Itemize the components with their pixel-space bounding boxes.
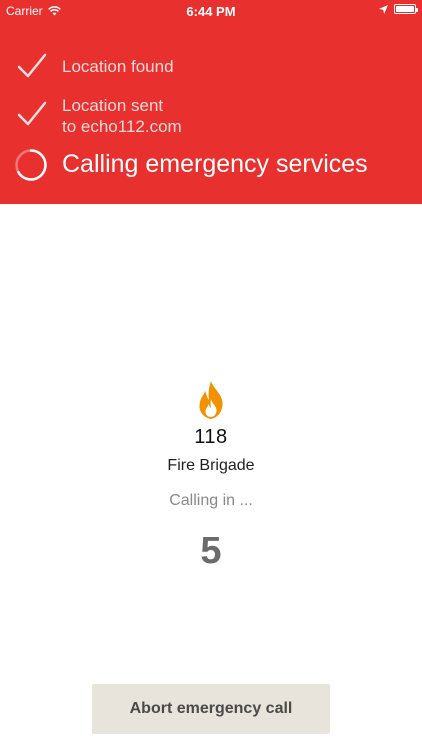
emergency-call-screen: Carrier 6:44 PM Location found Location … [0, 0, 422, 750]
checkmark-icon [17, 101, 47, 126]
countdown-value: 5 [200, 530, 222, 572]
step-label: Location sent [62, 96, 164, 115]
service-number: 118 [194, 426, 228, 448]
step-label-secondary: to echo112.com [62, 117, 182, 136]
checkmark-icon [17, 53, 47, 78]
status-right [379, 4, 418, 14]
loading-spinner-icon [15, 149, 47, 181]
progress-header: Carrier 6:44 PM Location found Location … [0, 0, 422, 204]
service-name: Fire Brigade [167, 457, 255, 474]
location-arrow-icon [379, 4, 388, 14]
step-label-active: Calling emergency services [62, 150, 368, 178]
step-label: Location found [62, 57, 174, 76]
status-time: 6:44 PM [186, 4, 236, 19]
fire-icon [199, 381, 223, 419]
status-bar: Carrier 6:44 PM [0, 0, 422, 22]
calling-in-label: Calling in ... [169, 492, 253, 509]
abort-call-button[interactable]: Abort emergency call [92, 684, 330, 734]
battery-icon [394, 4, 418, 14]
